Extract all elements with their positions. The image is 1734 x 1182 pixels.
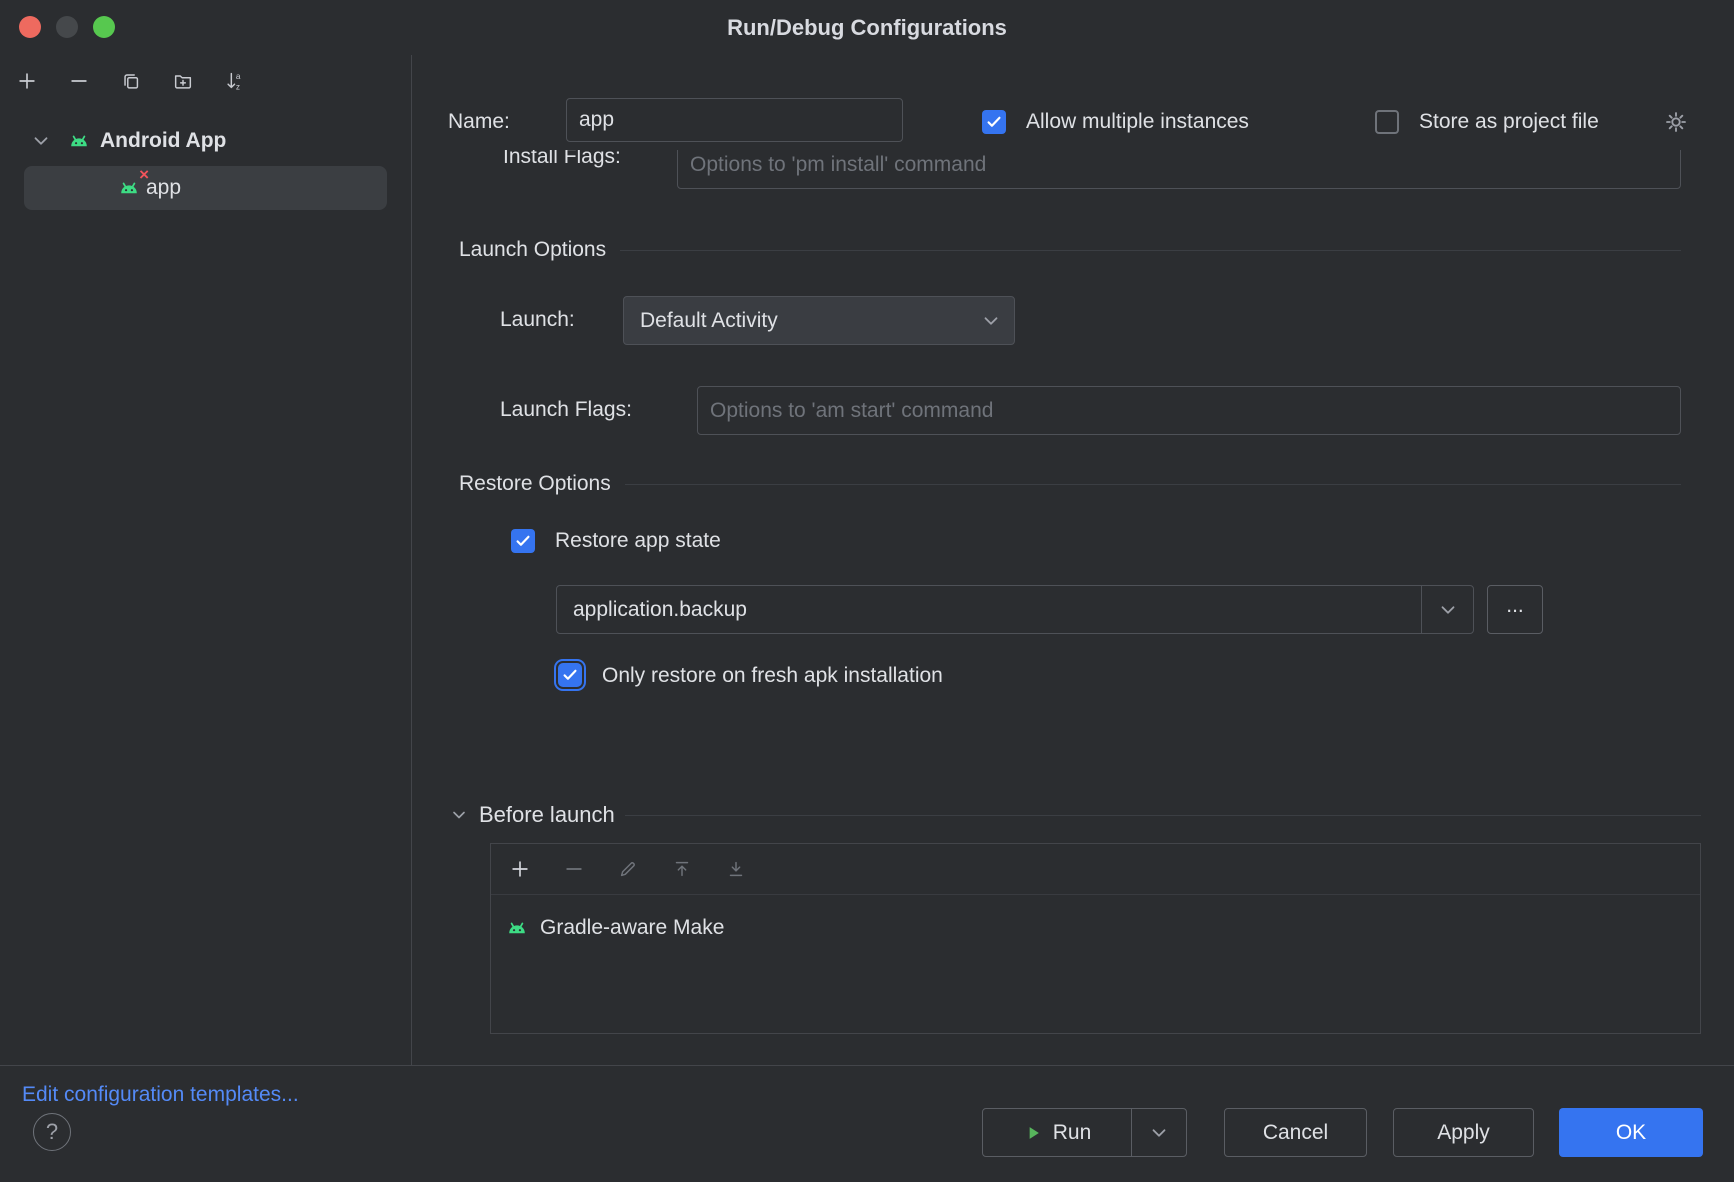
before-launch-task-label: Gradle-aware Make: [540, 916, 724, 940]
section-divider: [625, 484, 1681, 485]
cancel-button[interactable]: Cancel: [1224, 1108, 1367, 1157]
tree-item-app[interactable]: × app: [24, 166, 387, 210]
android-icon: [504, 915, 530, 941]
store-as-project-file-checkbox[interactable]: [1375, 110, 1399, 134]
allow-multiple-instances-label[interactable]: Allow multiple instances: [1026, 108, 1249, 136]
chevron-down-icon[interactable]: [1421, 586, 1473, 633]
restore-app-state-label[interactable]: Restore app state: [555, 527, 721, 555]
before-launch-toolbar: [491, 844, 1700, 895]
chevron-down-icon[interactable]: [449, 805, 469, 825]
install-flags-row: Install Flags:: [459, 150, 1681, 197]
allow-multiple-instances-checkbox[interactable]: [982, 110, 1006, 134]
footer-divider: [0, 1065, 1734, 1066]
before-launch-panel: Gradle-aware Make: [490, 843, 1701, 1034]
tree-group-android-app[interactable]: Android App: [0, 119, 411, 163]
sort-alphabetically-icon[interactable]: [223, 69, 247, 93]
help-question-icon: ?: [46, 1119, 58, 1145]
run-play-icon: [1023, 1123, 1043, 1143]
help-button[interactable]: ?: [33, 1113, 71, 1151]
window-controls: [19, 16, 115, 38]
sidebar-toolbar: [0, 55, 411, 107]
backup-file-value: application.backup: [573, 598, 747, 622]
title-bar: Run/Debug Configurations: [0, 0, 1734, 55]
restore-app-state-checkbox[interactable]: [511, 529, 535, 553]
close-window-button[interactable]: [19, 16, 41, 38]
install-flags-input[interactable]: [677, 150, 1681, 189]
restore-options-header: Restore Options: [459, 472, 611, 496]
run-debug-configurations-dialog: Run/Debug Configurations Android App × a…: [0, 0, 1734, 1182]
only-restore-fresh-label[interactable]: Only restore on fresh apk installation: [602, 662, 943, 690]
backup-file-combobox[interactable]: application.backup: [556, 585, 1474, 634]
store-as-project-file-label[interactable]: Store as project file: [1419, 108, 1599, 136]
launch-flags-input[interactable]: [697, 386, 1681, 435]
edit-task-icon[interactable]: [616, 857, 640, 881]
name-label: Name:: [448, 108, 510, 136]
add-configuration-icon[interactable]: [15, 69, 39, 93]
restore-options-section: Restore Options: [459, 470, 1681, 498]
chevron-down-icon[interactable]: [30, 130, 52, 152]
run-button-label: Run: [1053, 1121, 1092, 1145]
apply-button[interactable]: Apply: [1393, 1108, 1534, 1157]
minimize-window-button[interactable]: [56, 16, 78, 38]
launch-options-section: Launch Options: [459, 236, 1681, 264]
android-error-icon: ×: [116, 175, 142, 201]
before-launch-header[interactable]: Before launch: [449, 800, 1701, 830]
move-down-icon[interactable]: [724, 857, 748, 881]
remove-task-icon[interactable]: [562, 857, 586, 881]
before-launch-title: Before launch: [479, 802, 615, 828]
gear-icon[interactable]: [1662, 108, 1690, 136]
tree-item-label: app: [146, 176, 181, 200]
only-restore-fresh-checkbox[interactable]: [558, 663, 582, 687]
browse-button[interactable]: ...: [1487, 585, 1543, 634]
section-divider: [620, 250, 1681, 251]
section-divider: [625, 815, 1701, 816]
copy-configuration-icon[interactable]: [119, 69, 143, 93]
add-task-icon[interactable]: [508, 857, 532, 881]
launch-options-header: Launch Options: [459, 238, 606, 262]
error-badge-icon: ×: [139, 166, 149, 183]
tree-group-label: Android App: [100, 129, 226, 153]
launch-flags-label: Launch Flags:: [500, 396, 632, 424]
zoom-window-button[interactable]: [93, 16, 115, 38]
remove-configuration-icon[interactable]: [67, 69, 91, 93]
launch-mode-value: Default Activity: [640, 309, 778, 333]
edit-configuration-templates-link[interactable]: Edit configuration templates...: [22, 1083, 299, 1107]
new-folder-icon[interactable]: [171, 69, 195, 93]
ok-button[interactable]: OK: [1559, 1108, 1703, 1157]
name-input[interactable]: [566, 98, 903, 142]
launch-label: Launch:: [500, 306, 575, 334]
before-launch-task-row[interactable]: Gradle-aware Make: [491, 915, 1700, 941]
install-flags-label: Install Flags:: [503, 150, 621, 171]
run-options-chevron[interactable]: [1132, 1109, 1186, 1156]
configurations-sidebar: Android App × app Edit configuration tem…: [0, 55, 412, 1065]
dialog-title: Run/Debug Configurations: [727, 15, 1007, 41]
run-button[interactable]: Run: [983, 1109, 1131, 1156]
android-icon: [66, 128, 92, 154]
run-split-button: Run: [982, 1108, 1187, 1157]
launch-mode-select[interactable]: Default Activity: [623, 296, 1015, 345]
move-up-icon[interactable]: [670, 857, 694, 881]
chevron-down-icon: [980, 310, 1002, 332]
